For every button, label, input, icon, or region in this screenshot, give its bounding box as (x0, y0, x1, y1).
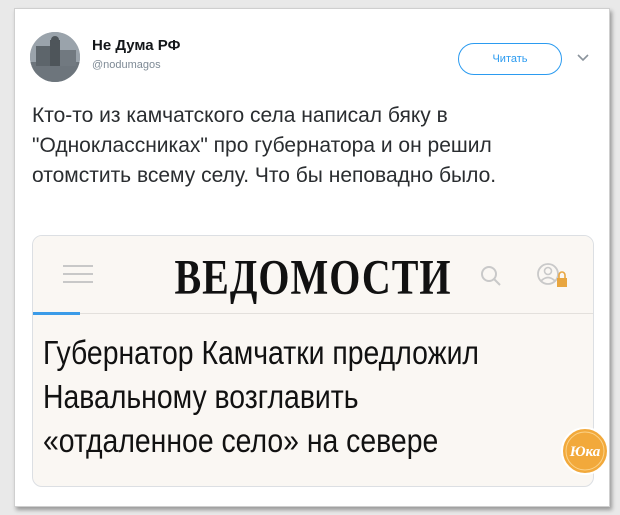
avatar-image (30, 32, 80, 82)
article-header: ВЕДОМОСТИ (33, 236, 593, 312)
tweet-text: Кто-то из камчатского села написал бяку … (32, 104, 497, 187)
chevron-down-icon[interactable] (576, 53, 590, 63)
user-handle[interactable]: @nodumagos (92, 59, 161, 71)
tweet-card: Не Дума РФ @nodumagos Читать Кто-то из к… (14, 8, 610, 507)
follow-button[interactable]: Читать (458, 43, 562, 75)
embedded-article-screenshot[interactable]: ВЕДОМОСТИ Губернатор Камчатки предложил … (32, 235, 594, 487)
accent-bar (33, 312, 80, 315)
header-divider (80, 313, 593, 314)
headline-line: «отдаленное село» на севере (43, 422, 439, 459)
search-icon (481, 266, 501, 286)
avatar[interactable] (30, 32, 80, 82)
menu-icon (63, 263, 93, 285)
article-headline: Губернатор Камчатки предложил Навальному… (43, 331, 512, 463)
headline-line: Навальному возглавить (43, 378, 359, 415)
user-lock-icon (537, 263, 567, 287)
svg-text:Юка: Юка (569, 444, 601, 460)
display-name[interactable]: Не Дума РФ (92, 37, 180, 54)
site-watermark-badge: Юка (561, 427, 609, 475)
headline-line: Губернатор Камчатки предложил (43, 334, 479, 371)
vedomosti-logo: ВЕДОМОСТИ (174, 247, 452, 305)
